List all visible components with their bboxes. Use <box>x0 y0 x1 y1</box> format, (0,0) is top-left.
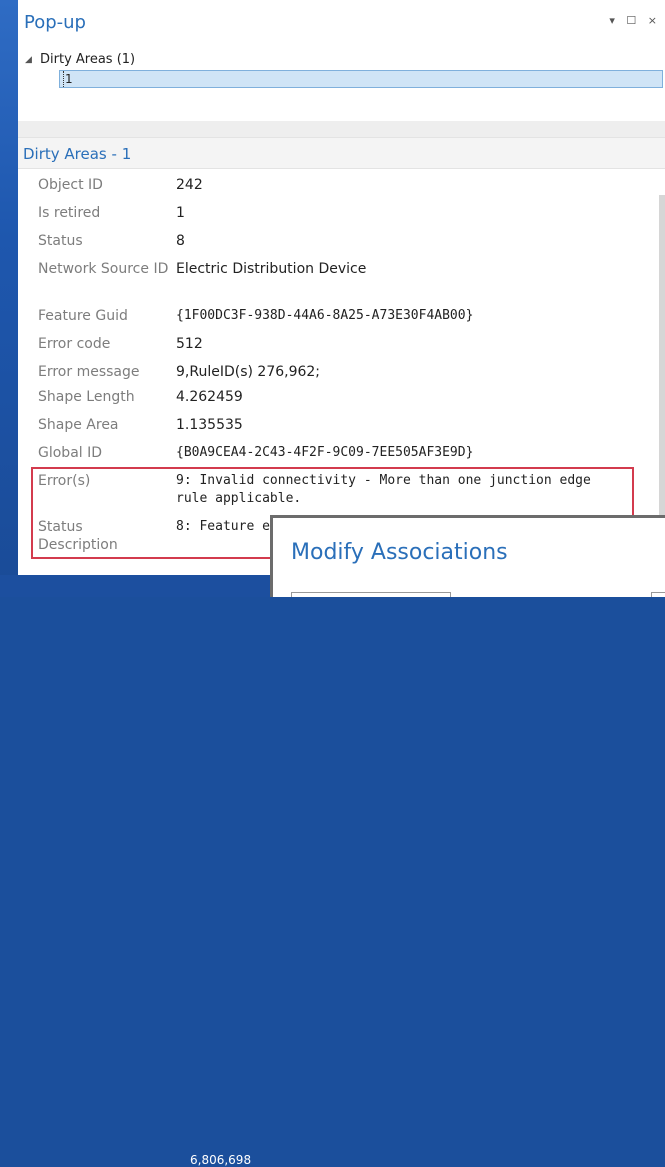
attribute-name: Error message <box>38 364 140 380</box>
attribute-name: Network Source ID <box>38 261 169 277</box>
attribute-name: Status <box>38 233 83 249</box>
attribute-value: 1.135535 <box>176 417 243 433</box>
divider-bar <box>18 121 665 137</box>
attribute-name: Shape Area <box>38 417 119 433</box>
attribute-name: Feature Guid <box>38 308 128 324</box>
attribute-value: 1 <box>176 205 185 221</box>
attribute-value: Electric Distribution Device <box>176 261 367 277</box>
desktop-background <box>0 0 18 597</box>
attribute-value: 242 <box>176 177 203 193</box>
popup-pane: Pop-up ▾ ☐ × ◢ Dirty Areas (1) 1 Dirty A… <box>18 0 665 575</box>
section-header: Dirty Areas - 1 <box>18 137 665 169</box>
attribute-name: Shape Length <box>38 389 135 405</box>
tree-item-selected[interactable]: 1 <box>59 70 663 88</box>
attribute-name: Error code <box>38 336 111 352</box>
tree-item-label: 1 <box>63 71 73 87</box>
attribute-value: 512 <box>176 336 203 352</box>
dialog-title: Modify Associations <box>291 540 508 565</box>
attribute-name: Object ID <box>38 177 103 193</box>
attribute-value: 8 <box>176 233 185 249</box>
dialog-input-secondary[interactable] <box>651 592 665 597</box>
tree-node-dirty-areas[interactable]: Dirty Areas (1) <box>40 52 135 67</box>
modify-associations-dialog: Modify Associations <box>270 515 665 597</box>
attribute-value: 4.262459 <box>176 389 243 405</box>
attribute-value: 9,RuleID(s) 276,962; <box>176 364 321 380</box>
tree-collapse-icon[interactable]: ◢ <box>25 55 32 65</box>
dialog-input[interactable] <box>291 592 451 597</box>
attribute-name: Global ID <box>38 445 103 461</box>
attribute-name: Is retired <box>38 205 101 221</box>
pane-window-controls[interactable]: ▾ ☐ × <box>609 14 661 27</box>
attribute-value: {B0A9CEA4-2C43-4F2F-9C09-7EE505AF3E9D} <box>176 445 474 460</box>
pane-title: Pop-up <box>24 12 86 33</box>
attribute-value: {1F00DC3F-938D-44A6-8A25-A73E30F4AB00} <box>176 308 474 323</box>
section-title: Dirty Areas - 1 <box>23 145 132 163</box>
status-number: 6,806,698 <box>190 1153 252 1167</box>
